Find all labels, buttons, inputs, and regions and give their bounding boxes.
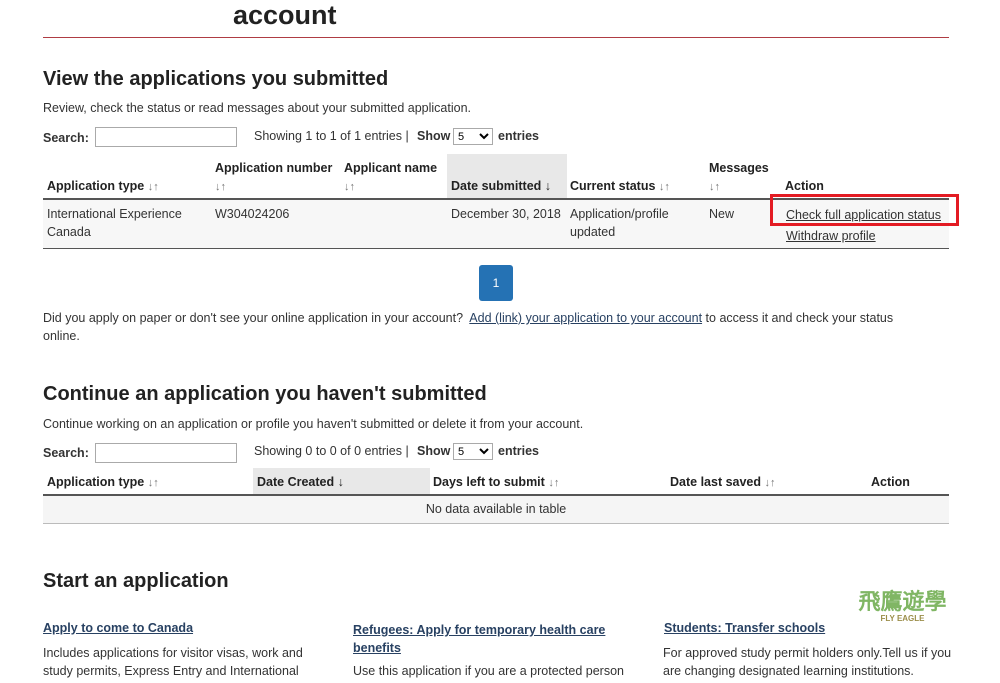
apply-canada-link[interactable]: Apply to come to Canada	[43, 621, 193, 635]
page-1-button[interactable]: 1	[479, 265, 513, 301]
watermark-logo: 飛鷹遊學 FLY EAGLE	[858, 589, 947, 624]
col-action: Action	[871, 475, 910, 489]
unsubmitted-search-input[interactable]	[95, 443, 237, 463]
show-label: Show	[417, 129, 451, 143]
start-heading: Start an application	[43, 570, 229, 592]
table-bottom-line	[43, 523, 949, 524]
submitted-heading: View the applications you submitted	[43, 68, 389, 90]
unsubmitted-heading: Continue an application you haven't subm…	[43, 383, 487, 405]
cell-status: Application/profile updated	[570, 207, 669, 239]
col-applicant-name[interactable]: Applicant name ↓↑	[344, 159, 444, 196]
entries-info: Showing 0 to 0 of 0 entries |	[254, 444, 409, 458]
col-application-number[interactable]: Application number ↓↑	[215, 159, 340, 196]
transfer-schools-desc: For approved study permit holders only.T…	[663, 646, 952, 678]
show-label: Show	[417, 444, 451, 458]
cell-date: December 30, 2018	[451, 207, 561, 221]
link-application-link[interactable]: Add (link) your application to your acco…	[469, 311, 702, 325]
entries-label: entries	[498, 444, 539, 458]
check-status-link[interactable]: Check full application status	[786, 206, 941, 224]
withdraw-profile-link[interactable]: Withdraw profile	[786, 227, 876, 245]
entries-label: entries	[498, 129, 539, 143]
refugees-desc: Use this application if you are a protec…	[353, 664, 624, 678]
col-days-left[interactable]: Days left to submit ↓↑	[433, 473, 559, 492]
unsubmitted-intro: Continue working on an application or pr…	[43, 417, 584, 431]
paper-note: Did you apply on paper or don't see your…	[43, 311, 894, 343]
search-label: Search:	[43, 446, 89, 460]
table-bottom-line	[43, 248, 949, 249]
apply-canada-desc: Includes applications for visitor visas,…	[43, 646, 303, 678]
entries-info: Showing 1 to 1 of 1 entries |	[254, 129, 409, 143]
col-action: Action	[785, 179, 824, 193]
col-messages[interactable]: Messages ↓↑	[709, 159, 769, 196]
title-divider	[43, 37, 949, 38]
cell-number: W304024206	[215, 207, 290, 221]
transfer-schools-link[interactable]: Students: Transfer schools	[664, 621, 825, 635]
col-current-status[interactable]: Current status ↓↑	[570, 177, 670, 196]
search-label: Search:	[43, 131, 89, 145]
col-date-last-saved[interactable]: Date last saved ↓↑	[670, 473, 776, 492]
page-size-select[interactable]: 5	[453, 128, 493, 145]
refugees-link[interactable]: Refugees: Apply for temporary health car…	[353, 621, 623, 657]
cell-type: International Experience Canada	[47, 207, 182, 239]
submitted-intro: Review, check the status or read message…	[43, 101, 472, 115]
col-date-submitted[interactable]: Date submitted ↓	[451, 177, 551, 195]
page-size-select[interactable]: 5	[453, 443, 493, 460]
empty-table-message: No data available in table	[43, 496, 949, 523]
cell-messages[interactable]: New	[709, 205, 734, 223]
page-title: account	[233, 0, 337, 30]
submitted-search-input[interactable]	[95, 127, 237, 147]
col-application-type[interactable]: Application type ↓↑	[47, 473, 159, 492]
col-application-type[interactable]: Application type ↓↑	[47, 177, 159, 196]
col-date-created[interactable]: Date Created ↓	[257, 473, 344, 491]
